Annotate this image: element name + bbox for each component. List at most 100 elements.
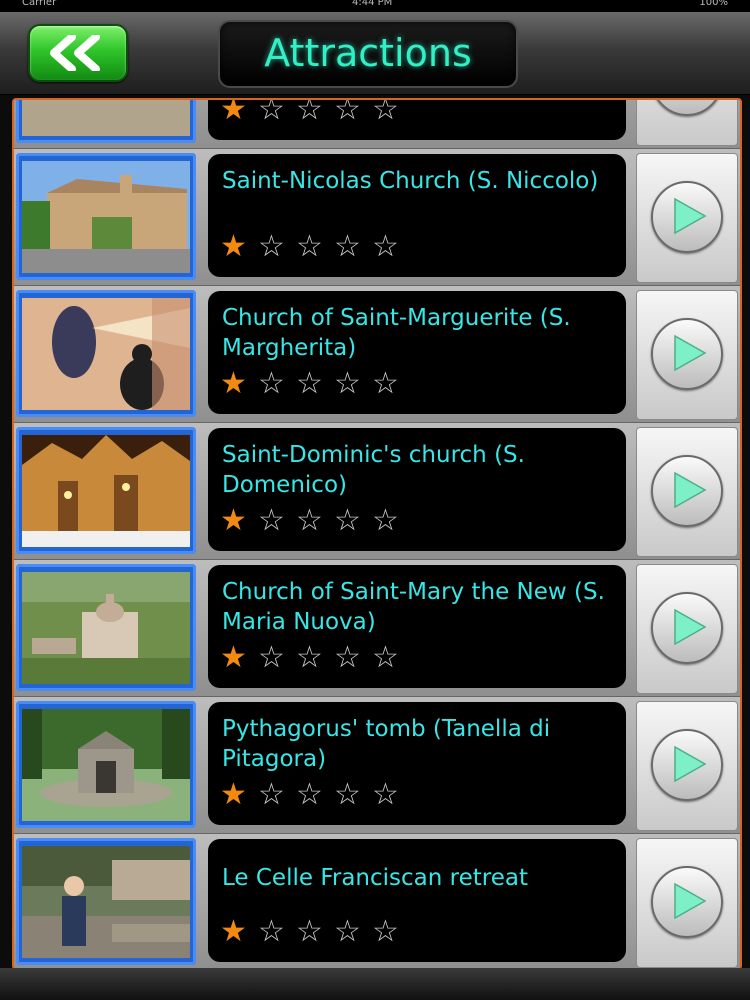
star-empty-icon: ☆ (334, 503, 361, 538)
play-arrow-icon (674, 471, 707, 509)
star-empty-icon: ☆ (334, 777, 361, 812)
list-item[interactable]: Pythagorus' tomb (Tanella di Pitagora) ★ ☆… (14, 697, 740, 834)
list-item[interactable]: Le Celle Franciscan retreat ★ ☆ ☆ ☆ ☆ (14, 834, 740, 968)
star-rating: ★ ☆ ☆ ☆ ☆ (220, 369, 410, 399)
star-rating: ★ ☆ ☆ ☆ ☆ (220, 917, 410, 947)
detail-cell (636, 100, 738, 146)
list-item[interactable]: ★ ☆ ☆ ☆ ☆ (14, 98, 740, 149)
star-empty-icon: ☆ (296, 503, 323, 538)
star-empty-icon: ☆ (258, 98, 285, 127)
star-rating: ★ ☆ ☆ ☆ ☆ (220, 232, 410, 262)
open-detail-button[interactable] (651, 866, 723, 938)
star-empty-icon: ☆ (372, 503, 399, 538)
detail-cell (636, 427, 738, 557)
star-empty-icon: ☆ (372, 366, 399, 401)
detail-cell (636, 153, 738, 283)
attraction-info: Pythagorus' tomb (Tanella di Pitagora) ★ ☆… (208, 702, 626, 825)
attraction-name: Church of Saint-Mary the New (S. Maria N… (222, 579, 605, 635)
attraction-name: Pythagorus' tomb (Tanella di Pitagora) (222, 716, 551, 772)
open-detail-button[interactable] (651, 455, 723, 527)
star-empty-icon: ☆ (334, 640, 361, 675)
open-detail-button[interactable] (651, 181, 723, 253)
play-arrow-icon (674, 745, 707, 783)
star-empty-icon: ☆ (296, 640, 323, 675)
open-detail-button[interactable] (651, 100, 723, 116)
battery-level: 100% (699, 0, 728, 8)
star-empty-icon: ☆ (334, 229, 361, 264)
star-rating: ★ ☆ ☆ ☆ ☆ (220, 98, 410, 127)
double-chevron-left-icon (50, 35, 100, 71)
star-filled-icon: ★ (220, 98, 247, 127)
star-filled-icon: ★ (220, 503, 247, 538)
star-filled-icon: ★ (220, 914, 247, 949)
play-arrow-icon (674, 882, 707, 920)
clock: 4:44 PM (352, 0, 393, 8)
list-item[interactable]: Church of Saint-Marguerite (S. Margherit… (14, 286, 740, 423)
nav-header: Attractions (0, 12, 750, 95)
attraction-info: Church of Saint-Mary the New (S. Maria N… (208, 565, 626, 688)
star-rating: ★ ☆ ☆ ☆ ☆ (220, 643, 410, 673)
attraction-thumbnail (16, 153, 196, 280)
attraction-thumbnail (16, 427, 196, 554)
star-empty-icon: ☆ (258, 777, 285, 812)
star-empty-icon: ☆ (258, 640, 285, 675)
play-arrow-icon (674, 334, 707, 372)
star-filled-icon: ★ (220, 640, 247, 675)
star-filled-icon: ★ (220, 366, 247, 401)
attraction-thumbnail (16, 290, 196, 417)
star-empty-icon: ☆ (334, 98, 361, 127)
star-filled-icon: ★ (220, 777, 247, 812)
star-rating: ★ ☆ ☆ ☆ ☆ (220, 506, 410, 536)
list-item[interactable]: Church of Saint-Mary the New (S. Maria N… (14, 560, 740, 697)
star-empty-icon: ☆ (258, 503, 285, 538)
list-item[interactable]: Saint-Nicolas Church (S. Niccolo) ★ ☆ ☆ ☆ ☆ (14, 149, 740, 286)
open-detail-button[interactable] (651, 729, 723, 801)
detail-cell (636, 564, 738, 694)
open-detail-button[interactable] (651, 592, 723, 664)
attraction-info: Saint-Dominic's church (S. Domenico) ★ ☆ ☆ ☆… (208, 428, 626, 551)
star-empty-icon: ☆ (296, 98, 323, 127)
attraction-name: Saint-Nicolas Church (S. Niccolo) (222, 168, 599, 194)
star-empty-icon: ☆ (372, 914, 399, 949)
open-detail-button[interactable] (651, 318, 723, 390)
carrier-label: Carrier (22, 0, 57, 8)
attraction-thumbnail (16, 564, 196, 691)
attraction-info: Church of Saint-Marguerite (S. Margherit… (208, 291, 626, 414)
attraction-thumbnail (16, 701, 196, 828)
star-empty-icon: ☆ (334, 914, 361, 949)
star-empty-icon: ☆ (296, 229, 323, 264)
attractions-list[interactable]: ★ ☆ ☆ ☆ ☆ Saint-Nicolas Church (S. Niccolo) ★ ☆… (12, 98, 742, 970)
star-empty-icon: ☆ (296, 777, 323, 812)
star-empty-icon: ☆ (372, 640, 399, 675)
list-item[interactable]: Saint-Dominic's church (S. Domenico) ★ ☆ ☆ ☆… (14, 423, 740, 560)
detail-cell (636, 701, 738, 831)
play-arrow-icon (674, 197, 707, 235)
attraction-name: Saint-Dominic's church (S. Domenico) (222, 442, 525, 498)
attraction-name: Church of Saint-Marguerite (S. Margherit… (222, 305, 571, 361)
back-button[interactable] (28, 24, 128, 82)
attraction-thumbnail (16, 838, 196, 965)
star-empty-icon: ☆ (296, 914, 323, 949)
star-empty-icon: ☆ (258, 366, 285, 401)
status-bar: Carrier 4:44 PM 100% (0, 0, 750, 12)
attraction-info: ★ ☆ ☆ ☆ ☆ (208, 98, 626, 140)
star-empty-icon: ☆ (258, 914, 285, 949)
star-empty-icon: ☆ (372, 229, 399, 264)
detail-cell (636, 838, 738, 968)
footer-bar (0, 968, 750, 1000)
star-empty-icon: ☆ (258, 229, 285, 264)
attraction-thumbnail (16, 100, 196, 143)
star-empty-icon: ☆ (296, 366, 323, 401)
attraction-info: Saint-Nicolas Church (S. Niccolo) ★ ☆ ☆ ☆ ☆ (208, 154, 626, 277)
star-filled-icon: ★ (220, 229, 247, 264)
star-empty-icon: ☆ (334, 366, 361, 401)
page-title: Attractions (264, 31, 472, 75)
star-empty-icon: ☆ (372, 777, 399, 812)
star-rating: ★ ☆ ☆ ☆ ☆ (220, 780, 410, 810)
attraction-info: Le Celle Franciscan retreat ★ ☆ ☆ ☆ ☆ (208, 839, 626, 962)
star-empty-icon: ☆ (372, 98, 399, 127)
play-arrow-icon (674, 608, 707, 646)
attraction-name: Le Celle Franciscan retreat (222, 865, 528, 891)
detail-cell (636, 290, 738, 420)
page-title-box: Attractions (218, 20, 518, 88)
